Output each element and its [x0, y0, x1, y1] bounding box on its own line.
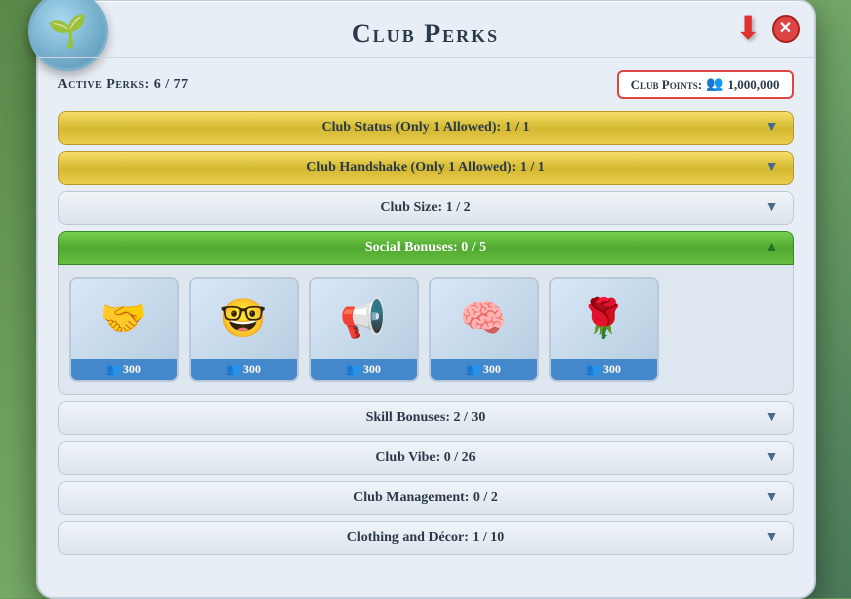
section-skill-bonuses-label: Skill Bonuses: 2 / 30	[366, 410, 486, 426]
section-club-size-header[interactable]: Club Size: 1 / 2 ▼	[58, 191, 794, 225]
section-social-bonuses-header[interactable]: Social Bonuses: 0 / 5 ▲	[58, 231, 794, 265]
people-icon: 👥	[346, 363, 360, 376]
section-club-size: Club Size: 1 / 2 ▼	[58, 191, 794, 225]
people-icon: 👥	[586, 363, 600, 376]
chevron-up-icon: ▲	[765, 240, 779, 256]
stats-row: Active Perks: 6 / 77 Club Points: 👥 1,00…	[58, 70, 794, 99]
perk-brain-cost: 👥 300	[431, 359, 537, 380]
page-title: Club Perks	[58, 19, 794, 49]
people-icon: 👥	[706, 76, 723, 93]
chevron-down-icon: ▼	[765, 490, 779, 506]
active-perks-label: Active Perks:	[58, 77, 150, 92]
section-club-management-header[interactable]: Club Management: 0 / 2 ▼	[58, 481, 794, 515]
section-social-bonuses-label: Social Bonuses: 0 / 5	[365, 240, 486, 256]
club-points-label: Club Points:	[631, 77, 702, 93]
perk-loud-image: 📢	[311, 279, 417, 359]
active-perks-display: Active Perks: 6 / 77	[58, 77, 189, 93]
club-points-value: 1,000,000	[728, 77, 780, 93]
perk-glasses-image: 🤓	[191, 279, 297, 359]
modal-body: Active Perks: 6 / 77 Club Points: 👥 1,00…	[38, 58, 814, 573]
perk-brain-cost-value: 300	[483, 362, 501, 377]
chevron-down-icon: ▼	[765, 200, 779, 216]
section-club-handshake-header[interactable]: Club Handshake (Only 1 Allowed): 1 / 1 ▼	[58, 151, 794, 185]
section-club-vibe-label: Club Vibe: 0 / 26	[375, 450, 475, 466]
section-club-status: Club Status (Only 1 Allowed): 1 / 1 ▼	[58, 111, 794, 145]
section-club-status-header[interactable]: Club Status (Only 1 Allowed): 1 / 1 ▼	[58, 111, 794, 145]
people-icon: 👥	[226, 363, 240, 376]
perk-handshake-cost: 👥 300	[71, 359, 177, 380]
perk-rose-cost-value: 300	[603, 362, 621, 377]
perk-glasses[interactable]: 🤓 👥 300	[189, 277, 299, 382]
section-club-size-label: Club Size: 1 / 2	[380, 200, 470, 216]
section-social-bonuses: Social Bonuses: 0 / 5 ▲ 🤝 👥 300 🤓 👥 300	[58, 231, 794, 395]
modal-header: Club Perks ⬇ ✕	[38, 1, 814, 58]
section-clothing-decor-label: Clothing and Décor: 1 / 10	[347, 530, 505, 546]
arrow-indicator: ⬇	[735, 9, 762, 47]
perk-loud-cost-value: 300	[363, 362, 381, 377]
club-points-badge: Club Points: 👥 1,000,000	[617, 70, 794, 99]
section-clothing-decor-header[interactable]: Clothing and Décor: 1 / 10 ▼	[58, 521, 794, 555]
active-perks-value: 6 / 77	[154, 77, 189, 92]
section-club-vibe-header[interactable]: Club Vibe: 0 / 26 ▼	[58, 441, 794, 475]
perk-handshake-cost-value: 300	[123, 362, 141, 377]
perk-glasses-cost: 👥 300	[191, 359, 297, 380]
section-club-handshake: Club Handshake (Only 1 Allowed): 1 / 1 ▼	[58, 151, 794, 185]
perk-brain[interactable]: 🧠 👥 300	[429, 277, 539, 382]
chevron-down-icon: ▼	[765, 120, 779, 136]
people-icon: 👥	[466, 363, 480, 376]
section-club-management-label: Club Management: 0 / 2	[353, 490, 498, 506]
section-clothing-decor: Clothing and Décor: 1 / 10 ▼	[58, 521, 794, 555]
perk-rose-image: 🌹	[551, 279, 657, 359]
perk-loud[interactable]: 📢 👥 300	[309, 277, 419, 382]
perk-handshake-image: 🤝	[71, 279, 177, 359]
section-club-management: Club Management: 0 / 2 ▼	[58, 481, 794, 515]
section-skill-bonuses: Skill Bonuses: 2 / 30 ▼	[58, 401, 794, 435]
close-button[interactable]: ✕	[772, 15, 800, 43]
section-club-handshake-label: Club Handshake (Only 1 Allowed): 1 / 1	[306, 160, 544, 176]
perks-grid: 🤝 👥 300 🤓 👥 300 📢 👥	[58, 265, 794, 395]
section-skill-bonuses-header[interactable]: Skill Bonuses: 2 / 30 ▼	[58, 401, 794, 435]
chevron-down-icon: ▼	[765, 160, 779, 176]
chevron-down-icon: ▼	[765, 410, 779, 426]
perk-brain-image: 🧠	[431, 279, 537, 359]
section-club-status-label: Club Status (Only 1 Allowed): 1 / 1	[321, 120, 529, 136]
perk-loud-cost: 👥 300	[311, 359, 417, 380]
perk-rose-cost: 👥 300	[551, 359, 657, 380]
chevron-down-icon: ▼	[765, 450, 779, 466]
people-icon: 👥	[106, 363, 120, 376]
modal-panel: 🌱 Club Perks ⬇ ✕ Active Perks: 6 / 77 Cl…	[36, 0, 816, 599]
perk-glasses-cost-value: 300	[243, 362, 261, 377]
perk-rose[interactable]: 🌹 👥 300	[549, 277, 659, 382]
section-club-vibe: Club Vibe: 0 / 26 ▼	[58, 441, 794, 475]
chevron-down-icon: ▼	[765, 530, 779, 546]
perk-handshake[interactable]: 🤝 👥 300	[69, 277, 179, 382]
